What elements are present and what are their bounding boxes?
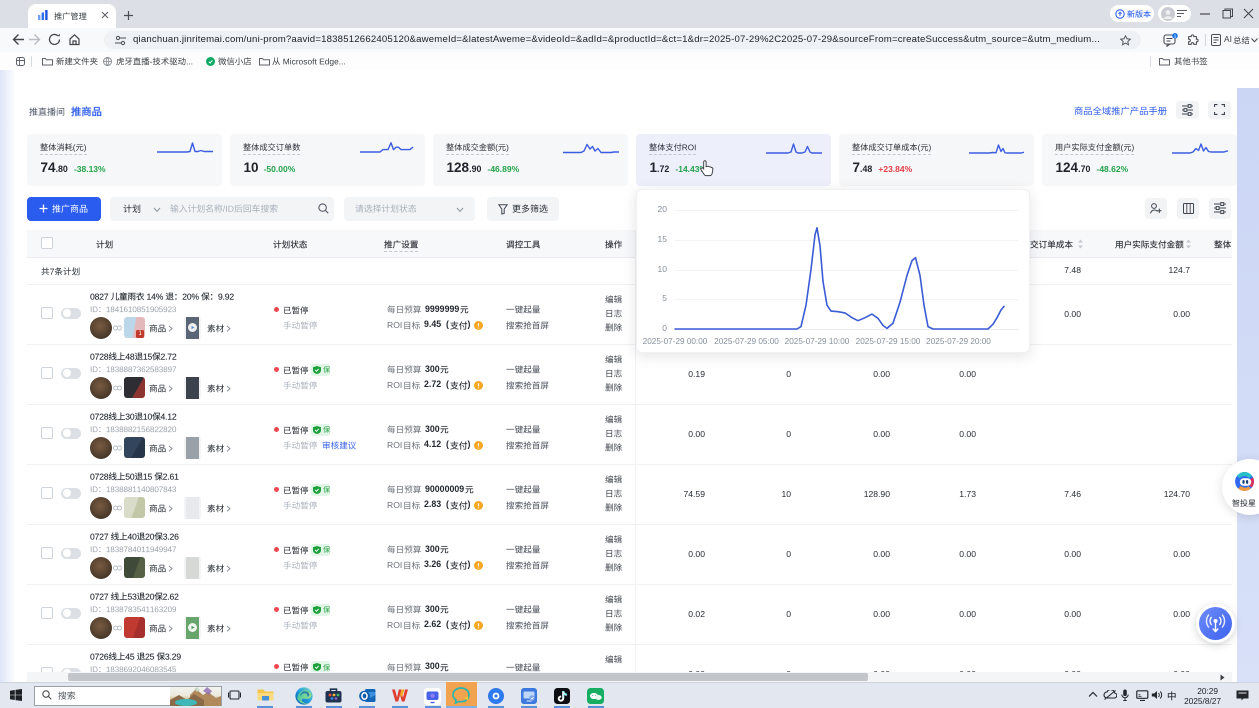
svg-text:1: 1 [1174, 34, 1177, 39]
